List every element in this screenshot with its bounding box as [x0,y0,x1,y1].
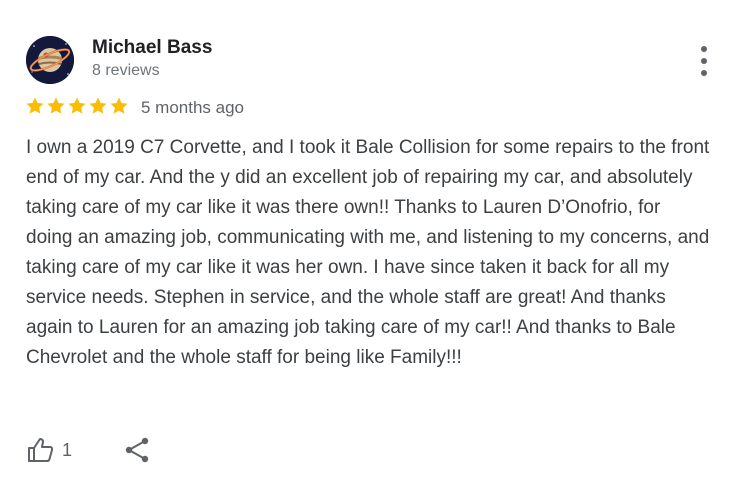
star-icon [110,97,128,114]
star-icon [68,97,86,114]
more-vert-icon-dot [701,58,707,64]
more-vert-icon-dot [701,70,707,76]
more-options-button[interactable] [692,44,716,78]
share-button[interactable] [124,436,152,464]
star-icon [47,97,65,114]
star-rating [25,96,129,116]
share-icon [125,437,149,463]
star-icon [26,97,44,114]
planet-icon [26,36,74,84]
star-icon [89,97,107,114]
review-date: 5 months ago [141,98,245,117]
like-button[interactable]: 1 [26,434,72,466]
like-count: 1 [62,439,73,460]
thumbs-up-icon [28,438,54,462]
review-text: I own a 2019 C7 Corvette, and I took it … [26,137,710,368]
author-review-count: 8 reviews [92,62,160,79]
more-vert-icon [701,46,707,52]
avatar[interactable] [26,36,74,84]
author-name[interactable]: Michael Bass [92,37,212,59]
